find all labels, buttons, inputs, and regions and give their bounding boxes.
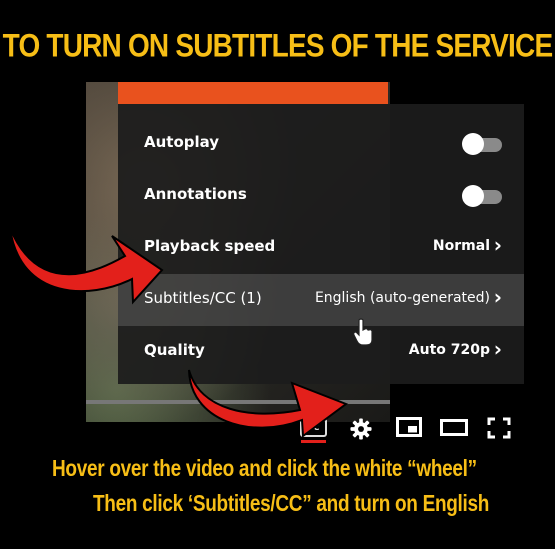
- menu-item-label: Annotations: [144, 185, 247, 203]
- instruction-line-2: Then click ‘Subtitles/CC” and turn on En…: [93, 492, 490, 518]
- menu-item-label: Playback speed: [144, 237, 276, 255]
- menu-item-label: Subtitles/CC (1): [144, 289, 262, 307]
- gear-icon[interactable]: [350, 418, 372, 440]
- menu-item-autoplay[interactable]: Autoplay: [118, 118, 524, 170]
- toggle-knob: [462, 185, 484, 207]
- video-accent-bar: [118, 82, 388, 104]
- settings-menu: Autoplay Annotations Playback speed Norm…: [118, 104, 524, 384]
- cc-active-indicator: [301, 440, 326, 443]
- menu-item-value: Auto 720p: [408, 342, 490, 358]
- toggle-knob: [462, 133, 484, 155]
- miniplayer-icon[interactable]: [396, 417, 422, 437]
- fullscreen-icon[interactable]: [487, 417, 511, 439]
- instruction-line-1: Hover over the video and click the white…: [52, 457, 477, 483]
- menu-item-annotations[interactable]: Annotations: [118, 170, 524, 222]
- menu-item-playback-speed[interactable]: Playback speed Normal ›: [118, 222, 524, 274]
- chevron-right-icon: ›: [493, 233, 502, 257]
- annotations-toggle[interactable]: [462, 185, 506, 207]
- theater-mode-icon[interactable]: [440, 419, 468, 436]
- menu-item-label: Quality: [144, 341, 205, 359]
- headline: TO TURN ON SUBTITLES OF THE SERVICE: [2, 27, 553, 64]
- chevron-right-icon: ›: [493, 337, 502, 361]
- chevron-right-icon: ›: [493, 285, 502, 309]
- menu-item-label: Autoplay: [144, 133, 220, 151]
- autoplay-toggle[interactable]: [462, 133, 506, 155]
- progress-bar[interactable]: [86, 400, 390, 404]
- menu-item-quality[interactable]: Quality Auto 720p ›: [118, 326, 524, 378]
- cc-icon[interactable]: CC: [300, 418, 327, 437]
- hand-cursor-icon: [353, 318, 373, 346]
- menu-item-value: English (auto-generated): [314, 290, 490, 306]
- menu-item-subtitles[interactable]: Subtitles/CC (1) English (auto-generated…: [118, 274, 524, 326]
- menu-item-value: Normal: [432, 238, 490, 254]
